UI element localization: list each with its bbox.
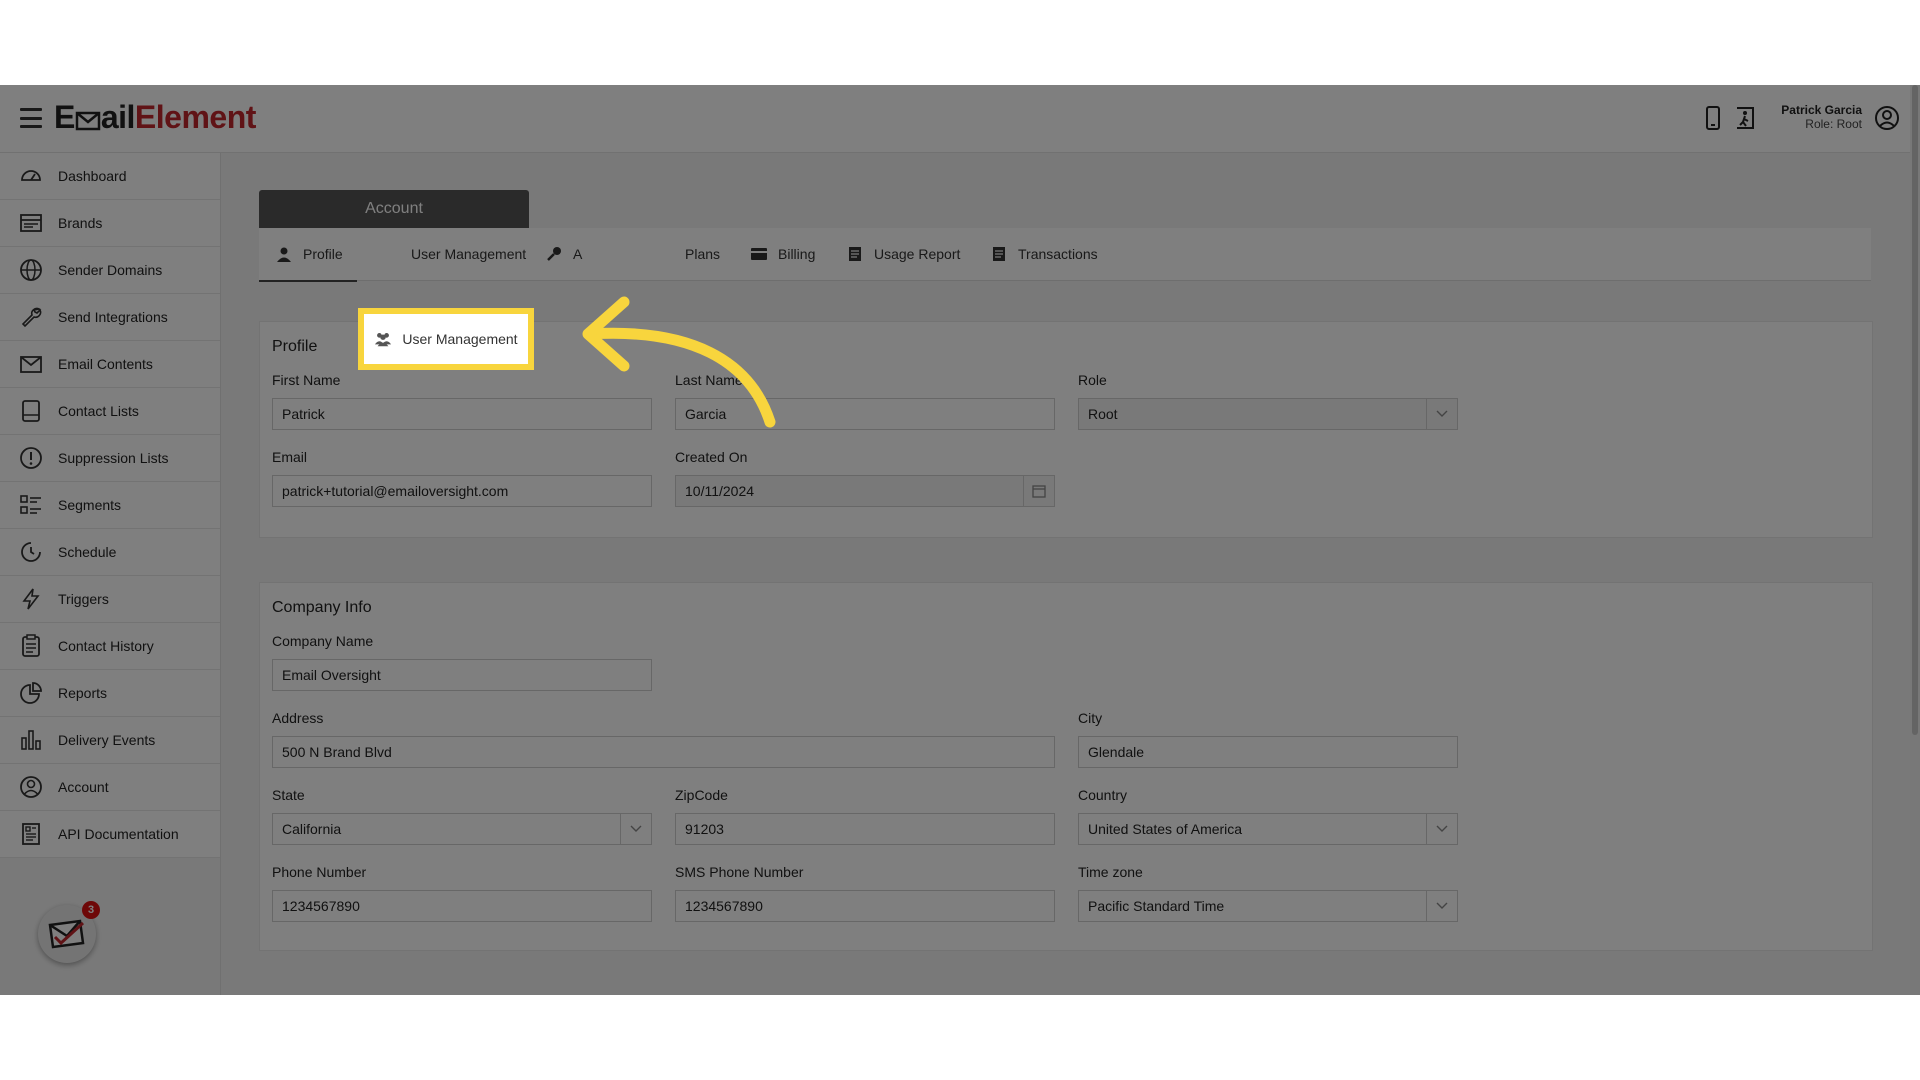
- phone-label: Phone Number: [272, 864, 367, 880]
- users-icon: [374, 330, 392, 348]
- top-bar: EailElement Patrick Garcia Role: Root: [0, 85, 1920, 153]
- sidebar-item-dashboard[interactable]: Dashboard: [0, 153, 220, 200]
- sidebar-item-segments[interactable]: Segments: [0, 482, 220, 529]
- bar-chart-icon: [18, 727, 44, 753]
- account-tabs: Profile User Management A Plans Billing …: [259, 228, 1871, 282]
- sms-phone-label: SMS Phone Number: [675, 864, 804, 880]
- state-select[interactable]: California: [272, 813, 652, 845]
- created-on-label: Created On: [675, 449, 748, 465]
- logo-envelope-icon: [75, 111, 101, 131]
- created-on-field[interactable]: 10/11/2024: [675, 475, 1055, 507]
- menu-icon[interactable]: [20, 108, 42, 128]
- sidebar-item-brands[interactable]: Brands: [0, 200, 220, 247]
- sidebar-item-delivery-events[interactable]: Delivery Events: [0, 717, 220, 764]
- brands-icon: [18, 210, 44, 236]
- report-icon: [846, 245, 864, 263]
- person-icon: [275, 245, 293, 263]
- pie-chart-icon: [18, 680, 44, 706]
- address-field[interactable]: 500 N Brand Blvd: [272, 736, 1055, 768]
- document-icon: [18, 821, 44, 847]
- company-name-label: Company Name: [272, 633, 374, 649]
- sidebar-item-reports[interactable]: Reports: [0, 670, 220, 717]
- sms-phone-field[interactable]: 1234567890: [675, 890, 1055, 922]
- sidebar-item-triggers[interactable]: Triggers: [0, 576, 220, 623]
- list-icon: [18, 398, 44, 424]
- users-icon: [383, 245, 401, 263]
- highlighted-user-management-tab[interactable]: User Management: [358, 308, 534, 370]
- sidebar-item-email-contents[interactable]: Email Contents: [0, 341, 220, 388]
- timezone-label: Time zone: [1078, 864, 1143, 880]
- tab-api[interactable]: A: [545, 228, 582, 280]
- tab-plans[interactable]: Plans: [685, 228, 720, 280]
- company-info-card: Company Info Company Name Email Oversigh…: [259, 582, 1873, 951]
- user-name: Patrick Garcia: [1781, 103, 1862, 117]
- notification-badge: 3: [82, 901, 100, 919]
- segments-icon: [18, 492, 44, 518]
- app-logo[interactable]: EailElement: [54, 99, 256, 136]
- city-field[interactable]: Glendale: [1078, 736, 1458, 768]
- app-window: EailElement Patrick Garcia Role: Root Da…: [0, 85, 1920, 995]
- chevron-down-icon: [1426, 891, 1457, 921]
- country-label: Country: [1078, 787, 1128, 803]
- clipboard-icon: [18, 633, 44, 659]
- tab-user-management[interactable]: User Management: [369, 228, 540, 280]
- globe-icon: [18, 257, 44, 283]
- sidebar: Dashboard Brands Sender Domains Send Int…: [0, 153, 221, 995]
- tab-usage-report[interactable]: Usage Report: [846, 228, 960, 280]
- bolt-icon: [18, 586, 44, 612]
- user-circle-icon: [18, 774, 44, 800]
- company-name-field[interactable]: Email Oversight: [272, 659, 652, 691]
- scrollbar-thumb[interactable]: [1912, 85, 1918, 735]
- avatar-icon[interactable]: [1874, 105, 1900, 131]
- card-icon: [750, 245, 768, 263]
- sidebar-item-contact-lists[interactable]: Contact Lists: [0, 388, 220, 435]
- city-label: City: [1078, 710, 1103, 726]
- role-label: Role: [1078, 372, 1107, 388]
- notifications-button[interactable]: 3: [38, 901, 100, 963]
- profile-title: Profile: [272, 338, 318, 355]
- first-name-label: First Name: [272, 372, 341, 388]
- main-content: Account Profile User Management A Plans …: [221, 153, 1910, 995]
- sidebar-item-account[interactable]: Account: [0, 764, 220, 811]
- wrench-icon: [18, 304, 44, 330]
- email-label: Email: [272, 449, 308, 465]
- zip-label: ZipCode: [675, 787, 728, 803]
- chevron-down-icon: [1426, 399, 1457, 429]
- dashboard-icon: [18, 163, 44, 189]
- scrollbar[interactable]: [1910, 85, 1920, 995]
- key-icon: [545, 245, 563, 263]
- phone-field[interactable]: 1234567890: [272, 890, 652, 922]
- clock-icon: [18, 539, 44, 565]
- tab-billing[interactable]: Billing: [750, 228, 815, 280]
- zip-field[interactable]: 91203: [675, 813, 1055, 845]
- mobile-icon[interactable]: [1700, 105, 1726, 131]
- address-label: Address: [272, 710, 324, 726]
- logout-icon[interactable]: [1733, 105, 1759, 131]
- tab-profile[interactable]: Profile: [259, 228, 357, 282]
- transactions-icon: [990, 245, 1008, 263]
- country-select[interactable]: United States of America: [1078, 813, 1458, 845]
- state-label: State: [272, 787, 305, 803]
- company-info-title: Company Info: [272, 599, 372, 616]
- timezone-select[interactable]: Pacific Standard Time: [1078, 890, 1458, 922]
- envelope-icon: [18, 351, 44, 377]
- sidebar-item-schedule[interactable]: Schedule: [0, 529, 220, 576]
- user-role: Role: Root: [1805, 117, 1862, 131]
- sidebar-item-contact-history[interactable]: Contact History: [0, 623, 220, 670]
- sidebar-item-api-documentation[interactable]: API Documentation: [0, 811, 220, 858]
- user-info[interactable]: Patrick Garcia Role: Root: [1781, 103, 1862, 131]
- sidebar-item-suppression-lists[interactable]: Suppression Lists: [0, 435, 220, 482]
- sidebar-item-send-integrations[interactable]: Send Integrations: [0, 294, 220, 341]
- email-field[interactable]: patrick+tutorial@emailoversight.com: [272, 475, 652, 507]
- tab-transactions[interactable]: Transactions: [990, 228, 1098, 280]
- sidebar-item-sender-domains[interactable]: Sender Domains: [0, 247, 220, 294]
- tutorial-arrow-icon: [582, 296, 776, 428]
- calendar-icon[interactable]: [1023, 476, 1054, 506]
- alert-icon: [18, 445, 44, 471]
- role-select[interactable]: Root: [1078, 398, 1458, 430]
- chevron-down-icon: [620, 814, 651, 844]
- account-section-tab: Account: [259, 190, 529, 228]
- chevron-down-icon: [1426, 814, 1457, 844]
- mail-check-icon: [48, 919, 85, 949]
